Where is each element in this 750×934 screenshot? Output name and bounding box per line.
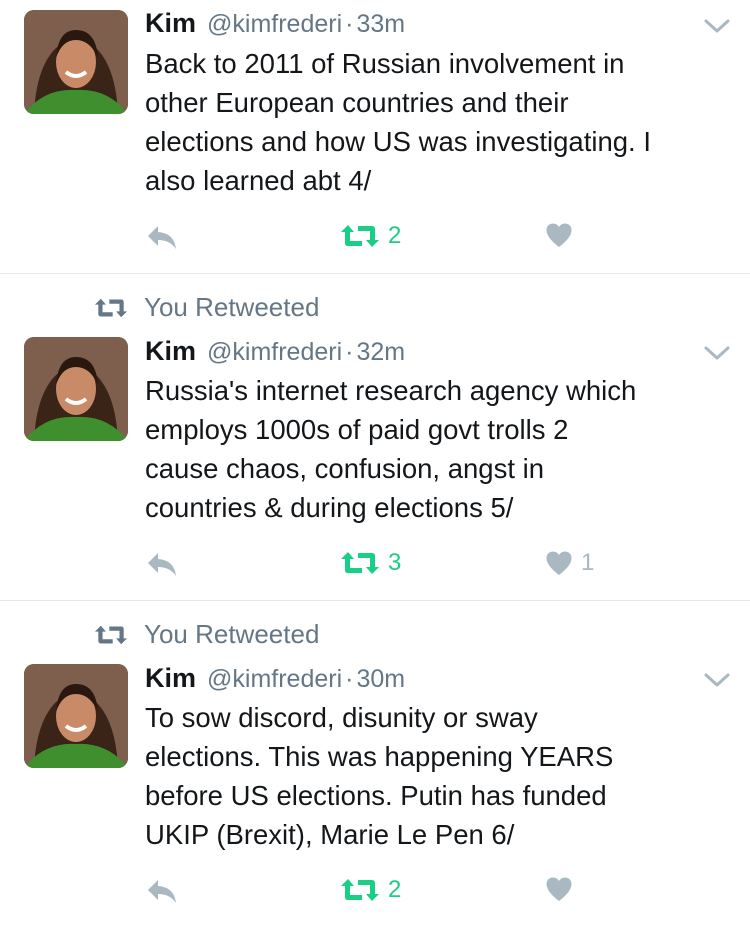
separator-dot: · (345, 10, 354, 38)
like-button[interactable]: 1 (545, 549, 594, 577)
avatar[interactable] (24, 10, 128, 114)
retweet-button[interactable]: 3 (340, 549, 401, 577)
tweet-actions: 2 (0, 222, 750, 256)
user-name[interactable]: Kim (145, 8, 196, 39)
reply-icon[interactable] (145, 549, 179, 579)
heart-icon (546, 877, 572, 901)
retweet-icon (341, 879, 379, 901)
retweet-icon (341, 225, 379, 247)
retweet-count: 2 (388, 876, 402, 903)
separator-dot: · (345, 338, 354, 366)
like-button[interactable] (545, 876, 581, 902)
tweet-header: Kim @kimfrederi · 30m (145, 663, 405, 694)
chevron-down-icon[interactable] (704, 345, 730, 361)
tweet-text: Russia's internet research agency which … (145, 375, 637, 523)
tweet-header: Kim @kimfrederi · 33m (145, 8, 405, 39)
reply-icon[interactable] (145, 876, 179, 906)
retweeted-label: You Retweeted (144, 619, 320, 649)
retweet-icon (94, 625, 128, 644)
tweet-text: To sow discord, disunity or sway electio… (145, 702, 614, 850)
like-count: 1 (581, 549, 595, 576)
avatar[interactable] (24, 337, 128, 441)
timestamp[interactable]: 32m (356, 338, 405, 367)
user-handle[interactable]: @kimfrederi (207, 10, 342, 39)
user-name[interactable]: Kim (145, 663, 196, 694)
avatar[interactable] (24, 664, 128, 768)
tweet[interactable]: You Retweeted Kim @kimfrederi · 30m To s… (0, 601, 750, 934)
timestamp[interactable]: 30m (356, 665, 405, 694)
retweet-button[interactable]: 2 (340, 222, 401, 250)
tweet[interactable]: Kim @kimfrederi · 33m Back to 2011 of Ru… (0, 0, 750, 274)
heart-icon (546, 223, 572, 247)
chevron-down-icon[interactable] (704, 672, 730, 688)
separator-dot: · (345, 665, 354, 693)
chevron-down-icon[interactable] (704, 18, 730, 34)
user-name[interactable]: Kim (145, 336, 196, 367)
tweet[interactable]: You Retweeted Kim @kimfrederi · 32m Russ… (0, 274, 750, 601)
user-handle[interactable]: @kimfrederi (207, 665, 342, 694)
retweet-count: 3 (388, 549, 402, 576)
retweet-icon (341, 552, 379, 574)
retweeted-banner: You Retweeted (94, 619, 319, 650)
retweet-button[interactable]: 2 (340, 876, 401, 904)
tweet-text: Back to 2011 of Russian involvement in o… (145, 48, 651, 196)
retweet-icon (94, 298, 128, 317)
retweeted-banner: You Retweeted (94, 292, 319, 323)
retweeted-label: You Retweeted (144, 292, 320, 322)
tweet-actions: 2 (0, 876, 750, 910)
heart-icon (546, 551, 572, 575)
timestamp[interactable]: 33m (356, 10, 405, 39)
tweet-actions: 3 1 (0, 549, 750, 583)
user-handle[interactable]: @kimfrederi (207, 338, 342, 367)
like-button[interactable] (545, 222, 581, 248)
reply-icon[interactable] (145, 222, 179, 252)
tweet-header: Kim @kimfrederi · 32m (145, 336, 405, 367)
retweet-count: 2 (388, 222, 402, 249)
